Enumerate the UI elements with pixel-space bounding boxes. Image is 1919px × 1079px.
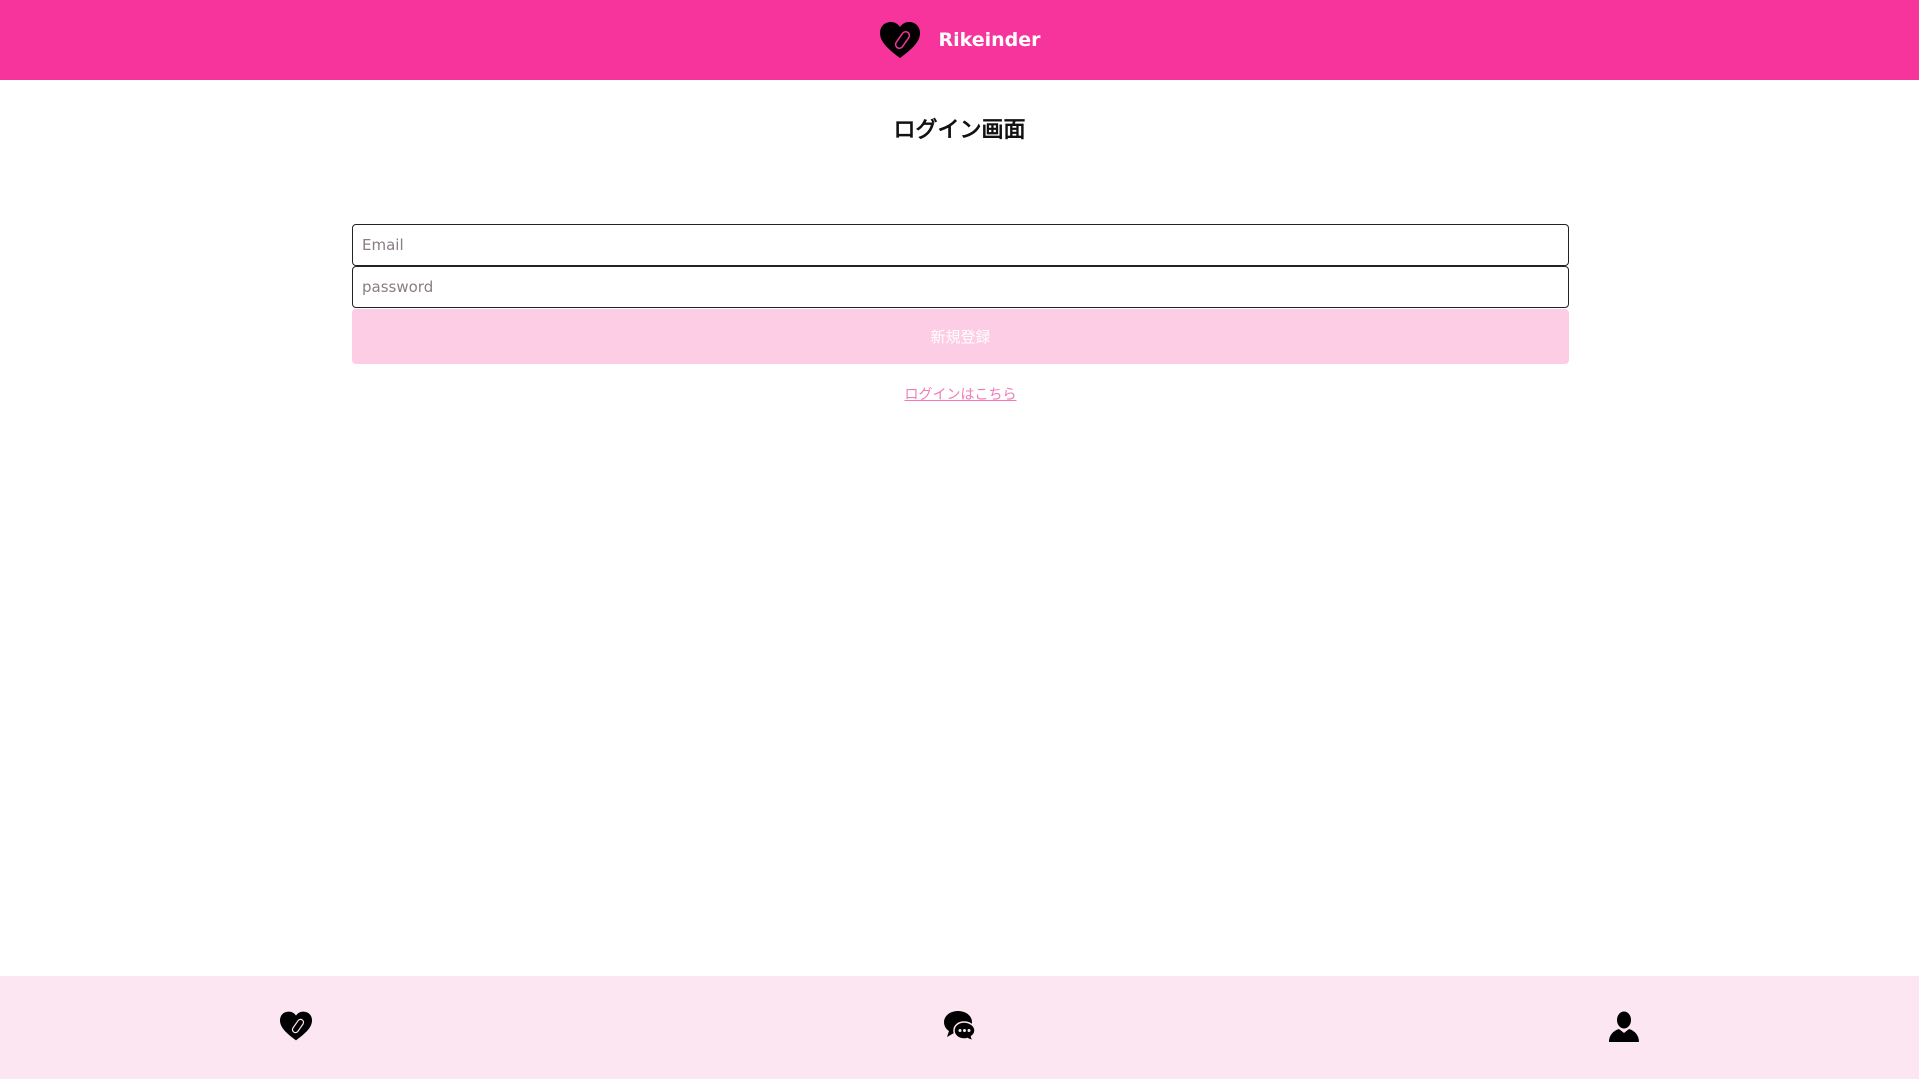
page-title: ログイン画面 — [893, 118, 1026, 143]
heart-pill-icon[interactable] — [878, 20, 922, 60]
signup-form: 新規登録 ログインはこちら — [352, 224, 1569, 404]
heart-pill-icon — [278, 1010, 314, 1042]
email-input[interactable] — [352, 224, 1569, 266]
nav-item-matches[interactable] — [276, 1006, 316, 1046]
app-brand-name: Rikeinder — [938, 29, 1041, 51]
app-header: Rikeinder — [0, 0, 1919, 80]
app-root: Rikeinder ログイン画面 新規登録 ログインはこちら — [0, 0, 1919, 1079]
nav-item-profile[interactable] — [1604, 1006, 1644, 1046]
user-icon — [1607, 1009, 1641, 1043]
bottom-nav — [0, 976, 1919, 1079]
nav-item-messages[interactable] — [940, 1006, 980, 1046]
chat-bubbles-icon — [942, 1008, 978, 1044]
password-input[interactable] — [352, 266, 1569, 308]
login-link[interactable]: ログインはこちら — [352, 384, 1569, 404]
signup-button[interactable]: 新規登録 — [352, 309, 1569, 364]
